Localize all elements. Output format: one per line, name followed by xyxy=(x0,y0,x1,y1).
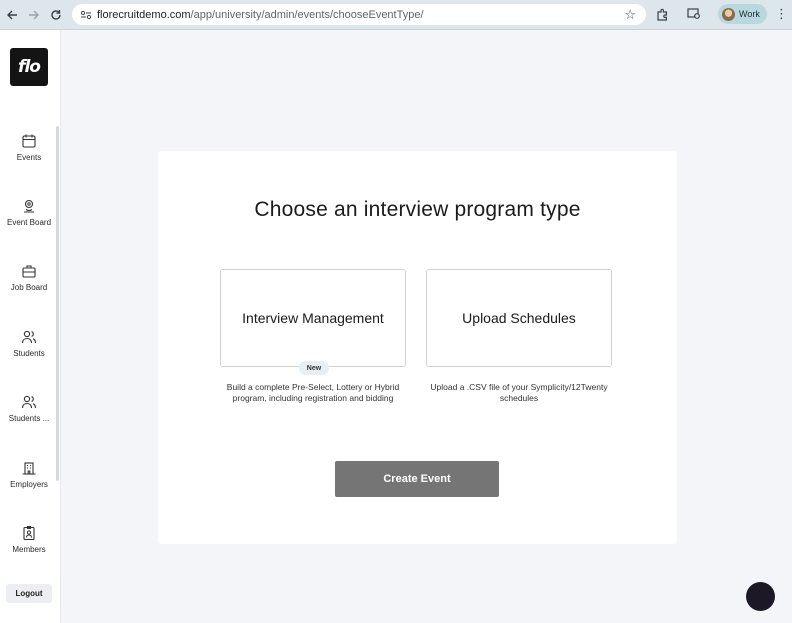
id-badge-icon xyxy=(23,526,35,541)
bookmark-star-icon[interactable]: ☆ xyxy=(624,7,636,23)
users-icon xyxy=(21,330,37,344)
sidebar-item-label: Employers xyxy=(10,480,48,489)
profile-label: Work xyxy=(739,9,760,19)
extensions-icon[interactable] xyxy=(654,6,670,22)
sidebar-item-label: Students ... xyxy=(8,414,50,423)
users-icon xyxy=(21,395,37,409)
location-pin-icon xyxy=(24,199,34,213)
back-arrow-icon[interactable] xyxy=(0,0,24,29)
option-description: Upload a .CSV file of your Symplicity/12… xyxy=(430,382,608,403)
forward-arrow-icon[interactable] xyxy=(22,0,46,29)
chat-launcher-button[interactable] xyxy=(746,582,775,611)
sidebar-item-label: Students xyxy=(13,349,45,358)
option-title: Upload Schedules xyxy=(462,310,576,326)
briefcase-icon xyxy=(22,265,36,278)
sidebar: flo Events Event Board Job Board Student… xyxy=(0,30,61,623)
sidebar-item-students-more[interactable]: Students ... xyxy=(0,394,58,444)
profile-chip[interactable]: Work xyxy=(718,4,767,24)
sidebar-item-events[interactable]: Events xyxy=(0,133,58,183)
browser-toolbar: florecruitdemo.com/app/university/admin/… xyxy=(0,0,792,30)
create-event-button[interactable]: Create Event xyxy=(335,461,499,497)
option-title: Interview Management xyxy=(242,310,384,326)
sidebar-item-members[interactable]: Members xyxy=(0,525,58,575)
calendar-icon xyxy=(22,134,36,148)
address-bar[interactable]: florecruitdemo.com/app/university/admin/… xyxy=(72,4,646,25)
sidebar-item-label: Events xyxy=(16,153,42,162)
sidebar-item-label: Event Board xyxy=(6,218,52,227)
logout-button[interactable]: Logout xyxy=(6,584,52,603)
sidebar-item-label: Job Board xyxy=(10,283,48,292)
sidebar-item-job-board[interactable]: Job Board xyxy=(0,263,58,313)
page-title: Choose an interview program type xyxy=(254,198,581,221)
new-badge: New xyxy=(299,361,329,375)
url-text: florecruitdemo.com/app/university/admin/… xyxy=(97,9,424,21)
url-host: florecruitdemo.com xyxy=(97,8,191,21)
sidebar-item-employers[interactable]: Employers xyxy=(0,460,58,510)
sidebar-item-label: Members xyxy=(12,545,46,554)
option-description: Build a complete Pre-Select, Lottery or … xyxy=(226,382,400,403)
tab-search-icon[interactable] xyxy=(686,6,702,22)
flo-logo[interactable]: flo xyxy=(10,48,48,86)
profile-avatar xyxy=(722,7,735,21)
option-upload-schedules[interactable]: Upload Schedules xyxy=(426,269,612,367)
site-settings-icon[interactable] xyxy=(75,10,97,20)
choose-event-type-card: Choose an interview program type Intervi… xyxy=(158,151,677,544)
option-interview-management[interactable]: Interview Management xyxy=(220,269,406,367)
building-icon xyxy=(22,462,36,475)
sidebar-item-students[interactable]: Students xyxy=(0,329,58,379)
reload-icon[interactable] xyxy=(44,0,68,29)
more-menu-icon[interactable]: ⋮ xyxy=(775,6,788,22)
sidebar-item-event-board[interactable]: Event Board xyxy=(0,198,58,248)
url-path: /app/university/admin/events/chooseEvent… xyxy=(190,8,424,21)
